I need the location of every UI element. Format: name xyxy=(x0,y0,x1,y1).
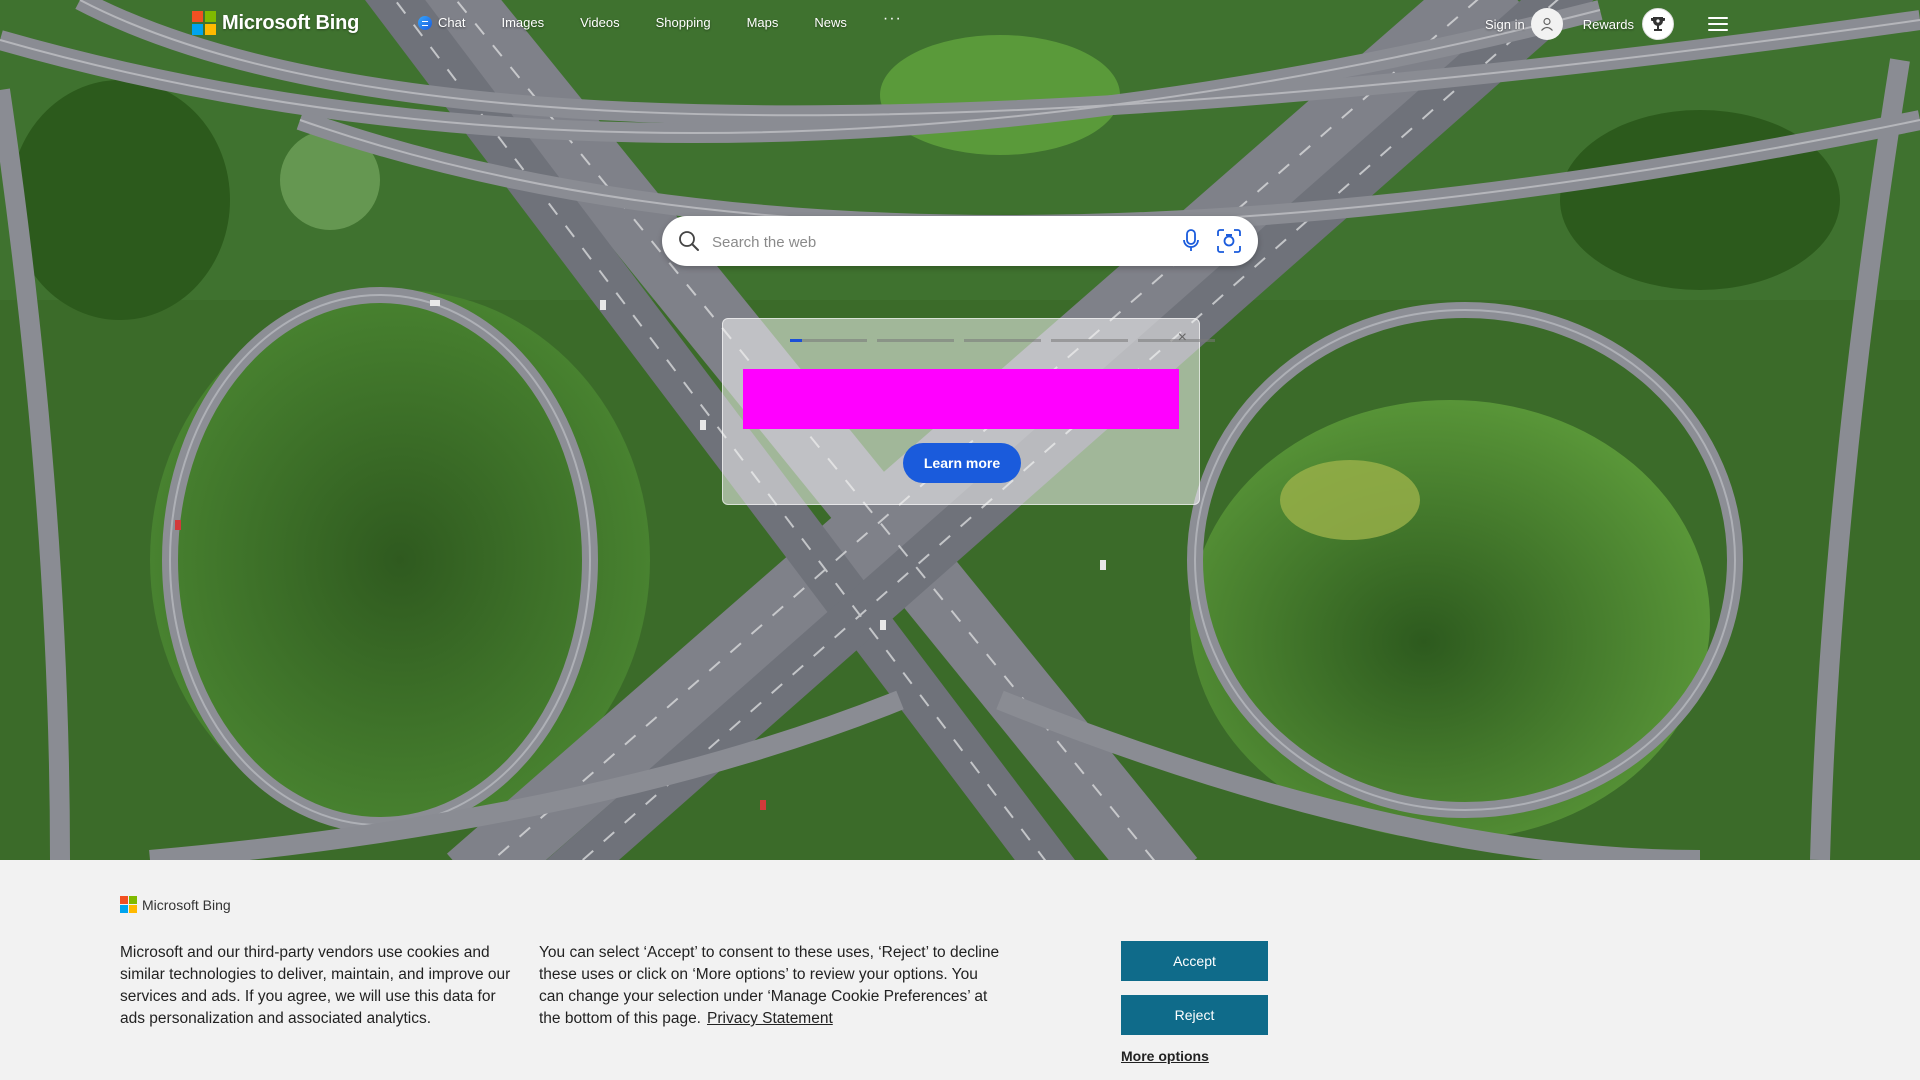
nav-shopping[interactable]: Shopping xyxy=(656,15,711,30)
cookie-brand-name: Microsoft Bing xyxy=(142,896,231,913)
nav-images[interactable]: Images xyxy=(501,15,544,30)
bing-logo[interactable]: Microsoft Bing xyxy=(192,11,359,35)
more-nav-icon[interactable]: ··· xyxy=(883,10,902,26)
promo-pager xyxy=(790,339,1215,342)
cookie-brand: Microsoft Bing xyxy=(120,896,231,913)
microphone-icon[interactable] xyxy=(1182,229,1200,253)
promo-card: × Learn more xyxy=(722,318,1215,505)
learn-more-button[interactable]: Learn more xyxy=(903,443,1021,483)
user-avatar-icon[interactable] xyxy=(1530,8,1563,40)
promo-banner xyxy=(743,369,1179,429)
sign-in-link[interactable]: Sign in xyxy=(1485,17,1525,32)
nav-videos[interactable]: Videos xyxy=(580,15,620,30)
brand-name: Microsoft Bing xyxy=(222,11,360,34)
search-input[interactable] xyxy=(710,228,1154,256)
rewards-link[interactable]: Rewards xyxy=(1583,17,1634,32)
search-icon xyxy=(679,231,699,251)
top-header: Microsoft Bing Chat Images Videos Shoppi… xyxy=(0,0,1920,48)
visual-search-icon[interactable] xyxy=(1216,228,1242,254)
pager-dot[interactable] xyxy=(1138,339,1215,342)
nav-maps[interactable]: Maps xyxy=(747,15,779,30)
pager-dot[interactable] xyxy=(964,339,1041,342)
cookie-options-text: You can select ‘Accept’ to consent to th… xyxy=(539,942,1004,1030)
rewards-trophy-icon[interactable] xyxy=(1642,8,1674,40)
account-area: Sign in Rewards xyxy=(1485,8,1728,40)
copilot-chat-icon xyxy=(418,15,432,30)
reject-button[interactable]: Reject xyxy=(1121,995,1268,1035)
more-options-link[interactable]: More options xyxy=(1121,1048,1209,1064)
promo-close-icon[interactable]: × xyxy=(1178,330,1187,346)
privacy-statement-link[interactable]: Privacy Statement xyxy=(707,1010,833,1027)
nav-news[interactable]: News xyxy=(814,15,847,30)
hamburger-menu-icon[interactable] xyxy=(1708,17,1728,31)
cookie-consent-panel: Microsoft Bing Microsoft and our third-p… xyxy=(0,860,1920,1080)
pager-dot[interactable] xyxy=(877,339,954,342)
microsoft-logo-icon xyxy=(120,896,137,913)
top-nav: Chat Images Videos Shopping Maps News ··… xyxy=(418,10,902,30)
nav-chat-label: Chat xyxy=(438,15,466,30)
search-box xyxy=(662,216,1258,266)
microsoft-logo-icon xyxy=(192,11,216,35)
nav-chat[interactable]: Chat xyxy=(418,15,465,30)
accept-button[interactable]: Accept xyxy=(1121,941,1268,981)
cookie-description: Microsoft and our third-party vendors us… xyxy=(120,944,511,1027)
pager-dot-active[interactable] xyxy=(790,339,867,342)
pager-dot[interactable] xyxy=(1051,339,1128,342)
